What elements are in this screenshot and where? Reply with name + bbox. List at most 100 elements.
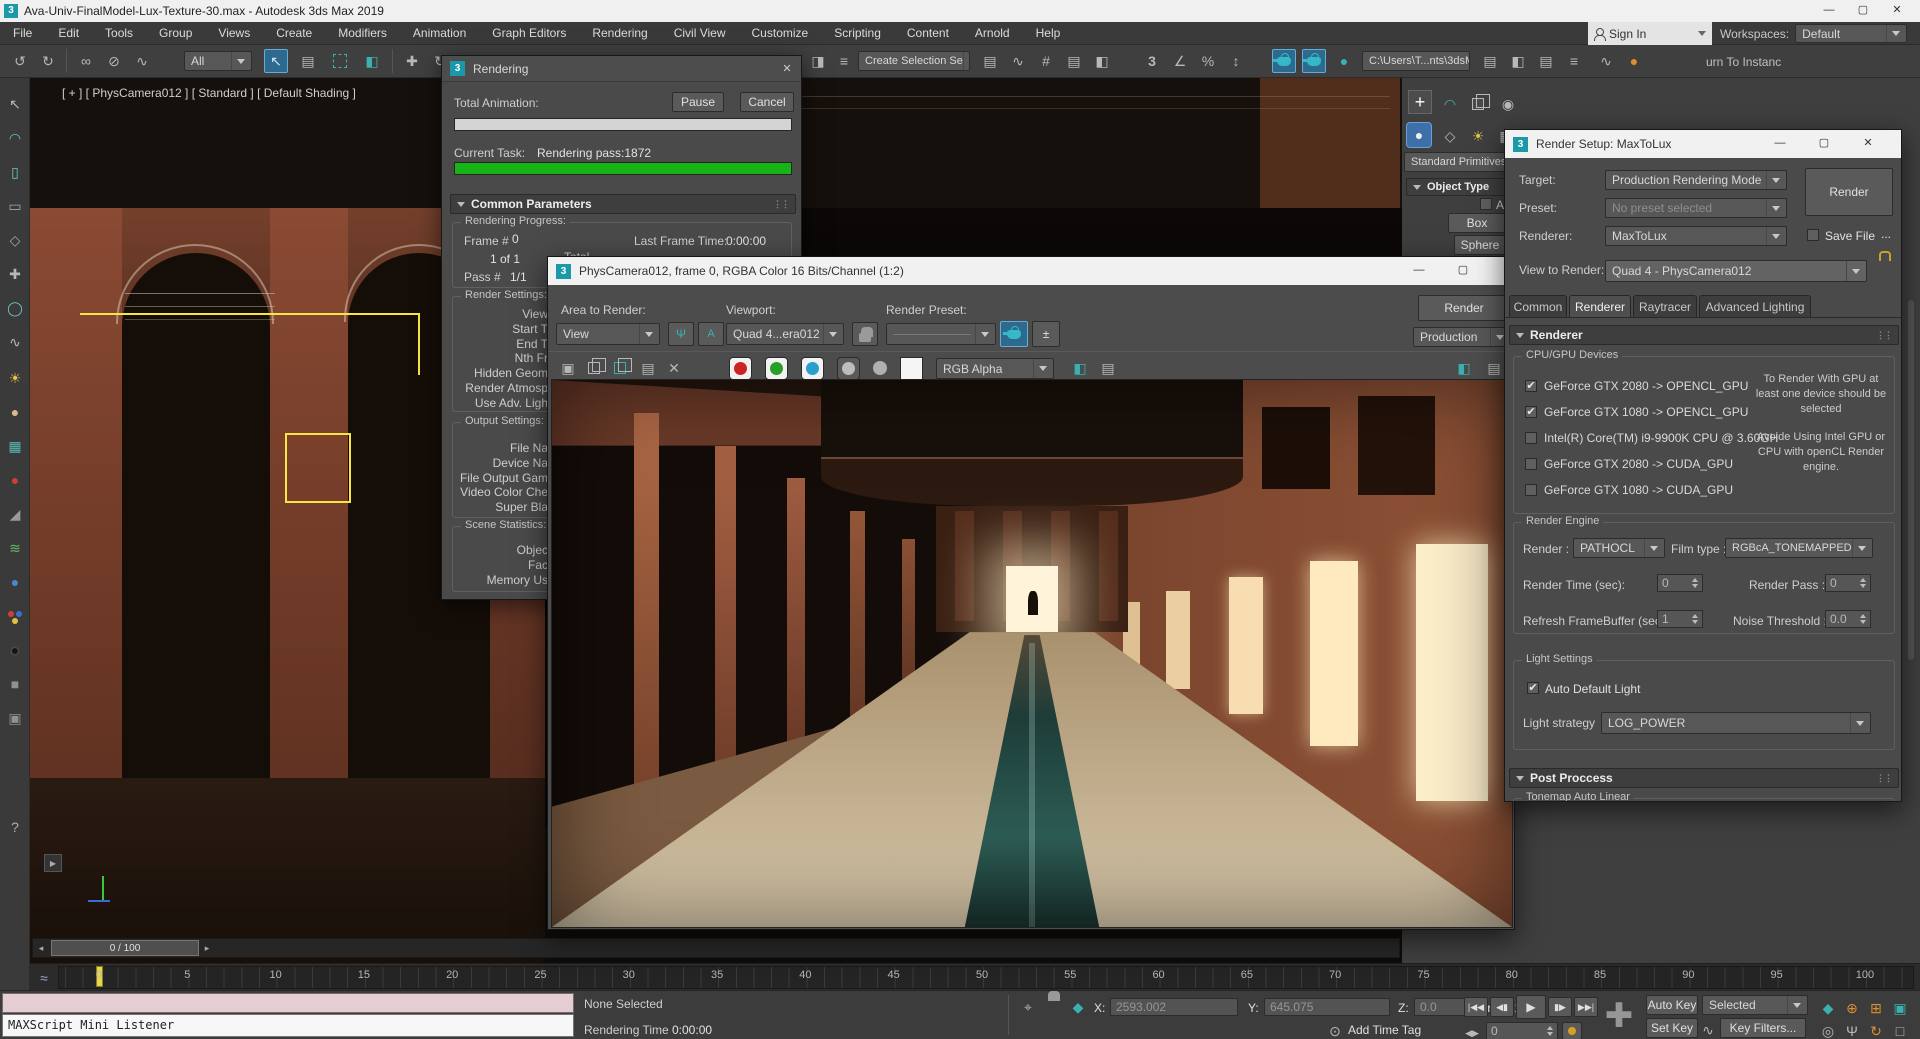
toolbar-icon-a[interactable] [1478, 49, 1502, 73]
copy-image-icon[interactable] [582, 356, 606, 380]
key-mode-toggle-icon[interactable] [1562, 1022, 1582, 1039]
key-filters-button[interactable]: Key Filters... [1720, 1018, 1806, 1038]
material-editor-icon[interactable] [1332, 49, 1356, 73]
bind-to-space-warp-icon[interactable] [130, 49, 154, 73]
container-icon[interactable]: ▣ [3, 706, 27, 730]
autogrid-checkbox[interactable] [1480, 198, 1492, 210]
minimize-icon[interactable]: — [1402, 260, 1436, 282]
key-step-icon[interactable]: ◀▶ [1460, 1021, 1484, 1039]
play-icon[interactable] [1516, 995, 1546, 1019]
save-image-icon[interactable] [556, 356, 580, 380]
viewport-label[interactable]: [ + ] [ PhysCamera012 ] [ Standard ] [ D… [62, 86, 356, 100]
lock-viewport-icon[interactable] [852, 322, 878, 346]
clone-window-icon[interactable] [608, 356, 632, 380]
film-type-dropdown[interactable]: RGBcA_TONEMAPPED [1725, 538, 1873, 558]
select-and-link-icon[interactable] [74, 49, 98, 73]
render-setup-teapot-icon[interactable] [1000, 321, 1028, 347]
render-engine-dropdown[interactable]: PATHOCL [1573, 538, 1665, 558]
menu-item[interactable]: Edit [45, 22, 92, 44]
menu-item[interactable]: File [0, 22, 45, 44]
toolbar-icon-e[interactable] [1594, 49, 1618, 73]
select-by-name-icon[interactable] [296, 49, 320, 73]
noise-threshold-spinner[interactable]: 0.0 [1825, 610, 1871, 628]
clear-image-icon[interactable] [662, 356, 686, 380]
toolbar-icon-b[interactable] [1506, 49, 1530, 73]
sphere-tool-icon[interactable]: ◯ [3, 296, 27, 320]
primitive-category-dropdown[interactable]: Standard Primitives [1404, 152, 1506, 172]
device-checkbox[interactable]: ✔ [1525, 406, 1537, 418]
minimize-icon[interactable]: — [1763, 133, 1797, 155]
x-coordinate-field[interactable]: 2593.002 [1110, 998, 1238, 1016]
viewport-navigation-cross-icon[interactable]: ✚ [1596, 993, 1642, 1039]
view-to-render-dropdown[interactable]: Quad 4 - PhysCamera012 [1605, 260, 1867, 282]
menu-item[interactable]: Group [146, 22, 205, 44]
rendering-dialog-titlebar[interactable]: 3 Rendering ✕ [442, 56, 801, 82]
target-dropdown[interactable]: Production Rendering Mode [1605, 170, 1787, 190]
safe-frame-icon[interactable] [1452, 356, 1476, 380]
selection-filter-dropdown[interactable]: All [184, 51, 252, 71]
percent-snap-icon[interactable] [1196, 49, 1220, 73]
unlink-selection-icon[interactable] [102, 49, 126, 73]
renderer-rollout[interactable]: Renderer ⋮⋮ [1509, 325, 1899, 345]
menu-item[interactable]: Civil View [661, 22, 739, 44]
mirror-icon[interactable] [806, 49, 830, 73]
save-file-checkbox[interactable] [1807, 229, 1819, 241]
gpu-device-row[interactable]: ✔ GeForce GTX 1080 -> OPENCL_GPU [1525, 405, 1748, 419]
render-preset-dropdown[interactable] [886, 323, 996, 345]
maximize-icon[interactable]: ▢ [1846, 0, 1880, 22]
schematic-view-icon[interactable] [1034, 49, 1058, 73]
tab-motion-icon[interactable]: ◉ [1496, 92, 1520, 116]
shiny-orb-icon[interactable]: ● [3, 570, 27, 594]
select-and-move-icon[interactable] [400, 49, 424, 73]
orbit-icon[interactable] [1864, 1019, 1888, 1039]
object-type-rollout[interactable]: Object Type [1406, 178, 1506, 196]
box-button[interactable]: Box [1448, 213, 1506, 233]
device-checkbox[interactable] [1525, 458, 1537, 470]
tab-renderer[interactable]: Renderer [1569, 295, 1631, 317]
color-correction-icon[interactable] [1096, 356, 1120, 380]
named-selection-sets-dropdown[interactable]: Create Selection Se [858, 51, 970, 71]
sphere-button[interactable]: Sphere [1454, 235, 1506, 255]
monochrome-channel-icon[interactable] [873, 361, 887, 375]
sign-in-button[interactable]: Sign In [1588, 22, 1712, 45]
flyout-arrow-icon[interactable]: ▶ [44, 854, 62, 872]
pan-hand-icon[interactable] [1840, 1019, 1864, 1039]
tab-advanced-lighting[interactable]: Advanced Lighting [1699, 295, 1811, 317]
gpu-device-row[interactable]: ✔ GeForce GTX 2080 -> OPENCL_GPU [1525, 379, 1748, 393]
refresh-framebuffer-spinner[interactable]: 1 [1657, 610, 1703, 628]
cylinder-tool-icon[interactable]: ▯ [3, 160, 27, 184]
spinner-snap-icon[interactable] [1224, 49, 1248, 73]
next-key-icon[interactable] [1548, 997, 1572, 1017]
blue-channel-icon[interactable] [801, 357, 824, 380]
isolate-selection-icon[interactable] [1016, 995, 1040, 1019]
window-crossing-icon[interactable] [360, 49, 384, 73]
angle-snap-icon[interactable] [1168, 49, 1192, 73]
tab-create-icon[interactable]: + [1408, 90, 1432, 114]
set-key-button[interactable]: Set Key [1646, 1018, 1698, 1038]
hammer-tool-icon[interactable]: ◢ [3, 502, 27, 526]
menu-item[interactable]: Tools [92, 22, 146, 44]
cancel-button[interactable]: Cancel [740, 92, 794, 112]
auto-key-button[interactable]: Auto Key [1646, 995, 1698, 1015]
maximize-viewport-icon[interactable] [1888, 1019, 1912, 1039]
background-color-swatch[interactable] [900, 357, 923, 380]
environment-dialog-icon[interactable]: ± [1032, 321, 1060, 347]
maximize-icon[interactable]: ▢ [1807, 133, 1841, 155]
key-selection-dropdown[interactable]: Selected [1702, 995, 1808, 1015]
transform-tool-icon[interactable] [3, 262, 27, 286]
close-icon[interactable]: ✕ [775, 59, 799, 79]
go-to-end-icon[interactable] [1574, 997, 1598, 1017]
help-icon[interactable]: ? [3, 815, 27, 839]
gpu-device-row[interactable]: Intel(R) Core(TM) i9-9900K CPU @ 3.60GH [1525, 431, 1778, 445]
print-image-icon[interactable] [636, 356, 660, 380]
category-lights-icon[interactable]: ☀ [1466, 124, 1490, 148]
auto-default-light-checkbox[interactable]: ✔ [1527, 682, 1539, 694]
minimize-icon[interactable]: — [1812, 0, 1846, 22]
red-channel-icon[interactable] [729, 357, 752, 380]
toolbar-icon-c[interactable] [1534, 49, 1558, 73]
cube-utility-icon[interactable]: ■ [3, 672, 27, 696]
panel-scrollbar[interactable] [1908, 300, 1914, 660]
paint-drop-icon[interactable]: ● [3, 468, 27, 492]
timeline-config-icon[interactable]: ≈ [32, 966, 56, 990]
box-tool-icon[interactable]: ▭ [3, 194, 27, 218]
